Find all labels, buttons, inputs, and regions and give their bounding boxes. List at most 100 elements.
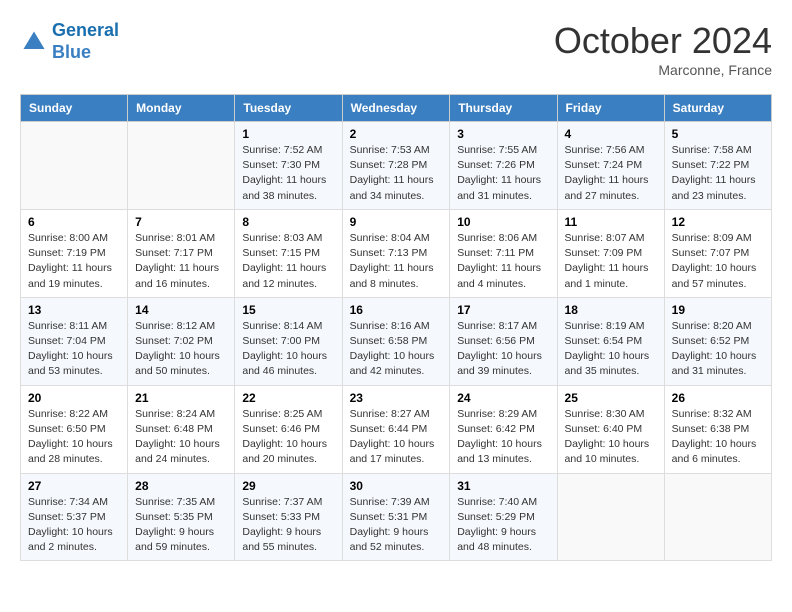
calendar-cell: 28 Sunrise: 7:35 AM Sunset: 5:35 PM Dayli… (128, 473, 235, 561)
calendar-week-row: 27 Sunrise: 7:34 AM Sunset: 5:37 PM Dayli… (21, 473, 772, 561)
page-header: General Blue October 2024 Marconne, Fran… (20, 20, 772, 78)
day-detail: Sunrise: 8:30 AM Sunset: 6:40 PM Dayligh… (565, 407, 657, 468)
day-detail: Sunrise: 7:56 AM Sunset: 7:24 PM Dayligh… (565, 143, 657, 204)
day-number: 14 (135, 303, 227, 317)
day-number: 23 (350, 391, 443, 405)
day-detail: Sunrise: 8:12 AM Sunset: 7:02 PM Dayligh… (135, 319, 227, 380)
day-number: 1 (242, 127, 334, 141)
weekday-header-cell: Sunday (21, 95, 128, 122)
calendar-table: SundayMondayTuesdayWednesdayThursdayFrid… (20, 94, 772, 561)
day-number: 30 (350, 479, 443, 493)
day-number: 11 (565, 215, 657, 229)
month-title: October 2024 (554, 20, 772, 62)
day-number: 13 (28, 303, 120, 317)
day-detail: Sunrise: 8:04 AM Sunset: 7:13 PM Dayligh… (350, 231, 443, 292)
calendar-cell: 17 Sunrise: 8:17 AM Sunset: 6:56 PM Dayli… (450, 297, 557, 385)
day-detail: Sunrise: 8:19 AM Sunset: 6:54 PM Dayligh… (565, 319, 657, 380)
day-detail: Sunrise: 8:32 AM Sunset: 6:38 PM Dayligh… (672, 407, 764, 468)
calendar-cell: 14 Sunrise: 8:12 AM Sunset: 7:02 PM Dayli… (128, 297, 235, 385)
calendar-cell (21, 122, 128, 210)
day-number: 4 (565, 127, 657, 141)
day-detail: Sunrise: 8:24 AM Sunset: 6:48 PM Dayligh… (135, 407, 227, 468)
day-detail: Sunrise: 8:00 AM Sunset: 7:19 PM Dayligh… (28, 231, 120, 292)
day-detail: Sunrise: 7:52 AM Sunset: 7:30 PM Dayligh… (242, 143, 334, 204)
day-number: 31 (457, 479, 549, 493)
calendar-cell: 22Sunrise: 8:25 AM Sunset: 6:46 PM Dayli… (235, 385, 342, 473)
day-number: 12 (672, 215, 764, 229)
weekday-header-cell: Wednesday (342, 95, 450, 122)
logo-line2: Blue (52, 42, 119, 64)
calendar-cell: 10 Sunrise: 8:06 AM Sunset: 7:11 PM Dayli… (450, 209, 557, 297)
calendar-cell: 27 Sunrise: 7:34 AM Sunset: 5:37 PM Dayli… (21, 473, 128, 561)
calendar-cell: 5 Sunrise: 7:58 AM Sunset: 7:22 PM Daylig… (664, 122, 771, 210)
day-detail: Sunrise: 8:27 AM Sunset: 6:44 PM Dayligh… (350, 407, 443, 468)
day-number: 2 (350, 127, 443, 141)
calendar-cell: 19Sunrise: 8:20 AM Sunset: 6:52 PM Dayli… (664, 297, 771, 385)
calendar-cell: 20 Sunrise: 8:22 AM Sunset: 6:50 PM Dayli… (21, 385, 128, 473)
day-number: 28 (135, 479, 227, 493)
day-detail: Sunrise: 7:35 AM Sunset: 5:35 PM Dayligh… (135, 495, 227, 556)
day-detail: Sunrise: 7:55 AM Sunset: 7:26 PM Dayligh… (457, 143, 549, 204)
calendar-cell (557, 473, 664, 561)
day-detail: Sunrise: 8:07 AM Sunset: 7:09 PM Dayligh… (565, 231, 657, 292)
day-number: 18 (565, 303, 657, 317)
calendar-cell: 11 Sunrise: 8:07 AM Sunset: 7:09 PM Dayli… (557, 209, 664, 297)
calendar-cell: 6Sunrise: 8:00 AM Sunset: 7:19 PM Daylig… (21, 209, 128, 297)
title-block: October 2024 Marconne, France (554, 20, 772, 78)
day-detail: Sunrise: 8:22 AM Sunset: 6:50 PM Dayligh… (28, 407, 120, 468)
calendar-cell: 4 Sunrise: 7:56 AM Sunset: 7:24 PM Daylig… (557, 122, 664, 210)
day-detail: Sunrise: 8:20 AM Sunset: 6:52 PM Dayligh… (672, 319, 764, 380)
day-detail: Sunrise: 7:40 AM Sunset: 5:29 PM Dayligh… (457, 495, 549, 556)
day-number: 26 (672, 391, 764, 405)
calendar-cell: 7Sunrise: 8:01 AM Sunset: 7:17 PM Daylig… (128, 209, 235, 297)
calendar-cell: 8 Sunrise: 8:03 AM Sunset: 7:15 PM Daylig… (235, 209, 342, 297)
logo-text: General Blue (52, 20, 119, 63)
logo-icon (20, 28, 48, 56)
calendar-cell: 12 Sunrise: 8:09 AM Sunset: 7:07 PM Dayli… (664, 209, 771, 297)
calendar-week-row: 20 Sunrise: 8:22 AM Sunset: 6:50 PM Dayli… (21, 385, 772, 473)
calendar-week-row: 13Sunrise: 8:11 AM Sunset: 7:04 PM Dayli… (21, 297, 772, 385)
day-detail: Sunrise: 8:09 AM Sunset: 7:07 PM Dayligh… (672, 231, 764, 292)
day-detail: Sunrise: 7:34 AM Sunset: 5:37 PM Dayligh… (28, 495, 120, 556)
day-number: 5 (672, 127, 764, 141)
calendar-cell (128, 122, 235, 210)
day-detail: Sunrise: 8:03 AM Sunset: 7:15 PM Dayligh… (242, 231, 334, 292)
calendar-cell: 16Sunrise: 8:16 AM Sunset: 6:58 PM Dayli… (342, 297, 450, 385)
day-number: 9 (350, 215, 443, 229)
day-detail: Sunrise: 7:58 AM Sunset: 7:22 PM Dayligh… (672, 143, 764, 204)
calendar-week-row: 6Sunrise: 8:00 AM Sunset: 7:19 PM Daylig… (21, 209, 772, 297)
calendar-cell: 23 Sunrise: 8:27 AM Sunset: 6:44 PM Dayli… (342, 385, 450, 473)
day-detail: Sunrise: 8:17 AM Sunset: 6:56 PM Dayligh… (457, 319, 549, 380)
day-number: 20 (28, 391, 120, 405)
calendar-cell: 29Sunrise: 7:37 AM Sunset: 5:33 PM Dayli… (235, 473, 342, 561)
day-number: 3 (457, 127, 549, 141)
calendar-cell: 15 Sunrise: 8:14 AM Sunset: 7:00 PM Dayli… (235, 297, 342, 385)
calendar-cell: 2 Sunrise: 7:53 AM Sunset: 7:28 PM Daylig… (342, 122, 450, 210)
day-detail: Sunrise: 7:39 AM Sunset: 5:31 PM Dayligh… (350, 495, 443, 556)
day-detail: Sunrise: 8:14 AM Sunset: 7:00 PM Dayligh… (242, 319, 334, 380)
day-number: 10 (457, 215, 549, 229)
location: Marconne, France (554, 62, 772, 78)
day-number: 24 (457, 391, 549, 405)
calendar-cell: 3 Sunrise: 7:55 AM Sunset: 7:26 PM Daylig… (450, 122, 557, 210)
weekday-header-cell: Saturday (664, 95, 771, 122)
calendar-cell: 1 Sunrise: 7:52 AM Sunset: 7:30 PM Daylig… (235, 122, 342, 210)
weekday-header-cell: Monday (128, 95, 235, 122)
weekday-header-cell: Thursday (450, 95, 557, 122)
logo-line1: General (52, 20, 119, 40)
calendar-cell: 13Sunrise: 8:11 AM Sunset: 7:04 PM Dayli… (21, 297, 128, 385)
day-number: 16 (350, 303, 443, 317)
day-number: 17 (457, 303, 549, 317)
calendar-cell: 31 Sunrise: 7:40 AM Sunset: 5:29 PM Dayli… (450, 473, 557, 561)
day-number: 8 (242, 215, 334, 229)
day-detail: Sunrise: 8:01 AM Sunset: 7:17 PM Dayligh… (135, 231, 227, 292)
day-detail: Sunrise: 8:06 AM Sunset: 7:11 PM Dayligh… (457, 231, 549, 292)
weekday-header-row: SundayMondayTuesdayWednesdayThursdayFrid… (21, 95, 772, 122)
calendar-cell (664, 473, 771, 561)
day-detail: Sunrise: 8:29 AM Sunset: 6:42 PM Dayligh… (457, 407, 549, 468)
day-number: 27 (28, 479, 120, 493)
day-number: 21 (135, 391, 227, 405)
calendar-cell: 9 Sunrise: 8:04 AM Sunset: 7:13 PM Daylig… (342, 209, 450, 297)
day-detail: Sunrise: 7:53 AM Sunset: 7:28 PM Dayligh… (350, 143, 443, 204)
day-number: 15 (242, 303, 334, 317)
